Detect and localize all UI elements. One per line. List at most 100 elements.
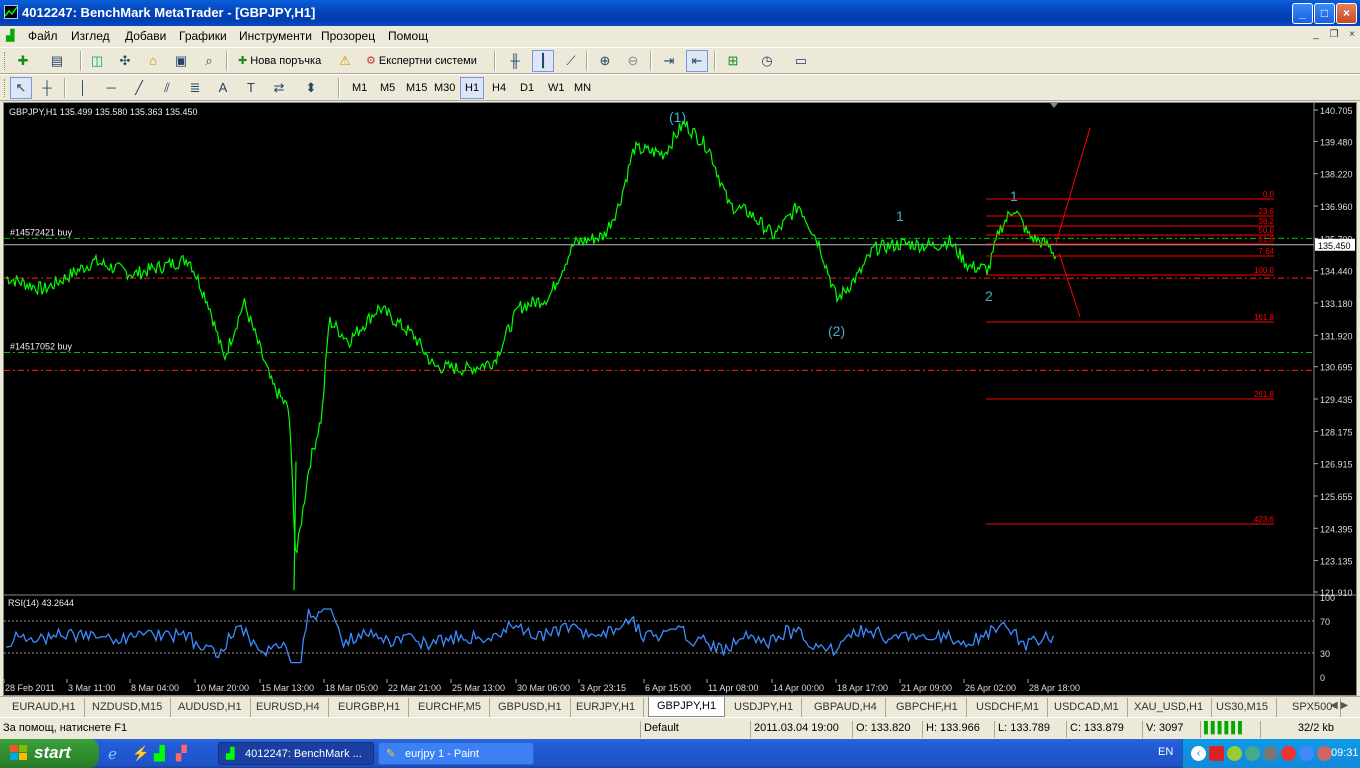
tab-eurusd-h4[interactable]: EURUSD,H4: [248, 698, 329, 717]
trendline-icon[interactable]: ╱: [128, 77, 150, 99]
shapes-icon[interactable]: ⬍: [300, 77, 322, 99]
tf-mn-button[interactable]: MN: [570, 77, 595, 99]
mdi-restore-icon[interactable]: ❐: [1326, 28, 1342, 42]
quicklaunch-chart-icon[interactable]: ▞: [176, 745, 187, 762]
templates-icon[interactable]: ▭: [790, 50, 812, 72]
bar-chart-icon[interactable]: ╫: [504, 50, 526, 72]
menu-help[interactable]: Помощ: [388, 29, 428, 43]
market-watch-icon[interactable]: ◫: [86, 50, 108, 72]
rsi-line: [5, 608, 1055, 664]
tf-h1-button[interactable]: H1: [460, 77, 485, 99]
menu-view[interactable]: Изглед: [71, 29, 110, 43]
time-tick-label: 30 Mar 06:00: [517, 683, 570, 693]
task-paint[interactable]: ✎ eurjpy 1 - Paint: [378, 742, 534, 765]
menu-insert[interactable]: Добави: [125, 29, 166, 43]
tab-gbpusd-h1[interactable]: GBPUSD,H1: [490, 698, 571, 717]
text-icon[interactable]: A: [212, 77, 234, 99]
ie-icon[interactable]: ℯ: [108, 745, 117, 763]
menu-tools[interactable]: Инструменти: [239, 29, 312, 43]
tray-security-icon[interactable]: [1317, 746, 1332, 761]
menu-chart-icon[interactable]: ▟: [6, 29, 14, 42]
tf-m1-button[interactable]: M1: [348, 77, 371, 99]
tab-audusd-h1[interactable]: AUDUSD,H1: [170, 698, 251, 717]
tray-shield-icon[interactable]: [1281, 746, 1296, 761]
new-chart-icon[interactable]: ✚: [12, 50, 34, 72]
chart-shift-icon[interactable]: ⇤: [686, 50, 708, 72]
tab-usdjpy-h1[interactable]: USDJPY,H1: [726, 698, 803, 717]
fib-level-label: 100.0: [1254, 266, 1275, 275]
tf-m30-button[interactable]: M30: [430, 77, 459, 99]
mdi-close-icon[interactable]: ×: [1344, 28, 1360, 42]
metatrader-launch-icon[interactable]: ▟: [154, 745, 165, 762]
arrows-icon[interactable]: ⇄: [268, 77, 290, 99]
tf-m15-button[interactable]: M15: [402, 77, 431, 99]
maximize-button[interactable]: □: [1314, 3, 1335, 24]
data-window-icon[interactable]: ⌕: [198, 50, 220, 72]
chart-window[interactable]: 140.705139.480138.220136.960135.700134.4…: [3, 102, 1357, 696]
tab-gbpaud-h4[interactable]: GBPAUD,H4: [806, 698, 886, 717]
terminal-icon[interactable]: ⌂: [142, 50, 164, 72]
tab-scroll-arrows-icon[interactable]: ◀ ▶: [1330, 700, 1348, 711]
profiles-icon[interactable]: ▤: [46, 50, 68, 72]
tf-m5-button[interactable]: M5: [376, 77, 399, 99]
menu-window[interactable]: Прозорец: [321, 29, 375, 43]
tab-eurjpy-h1[interactable]: EURJPY,H1: [568, 698, 645, 717]
price-chart[interactable]: 140.705139.480138.220136.960135.700134.4…: [4, 103, 1356, 695]
experts-button[interactable]: ⚙ Експертни системи: [362, 50, 481, 72]
line-chart-icon[interactable]: ⟋: [560, 50, 582, 72]
tab-euraud-h1[interactable]: EURAUD,H1: [4, 698, 85, 717]
tester-icon[interactable]: ▣: [170, 50, 192, 72]
close-button[interactable]: ×: [1336, 3, 1357, 24]
language-indicator[interactable]: EN: [1158, 746, 1173, 758]
fibonacci-icon[interactable]: ≣: [184, 77, 206, 99]
tab-eurgbp-h1[interactable]: EURGBP,H1: [330, 698, 410, 717]
tf-d1-button[interactable]: D1: [516, 77, 538, 99]
task-paint-label: eurjpy 1 - Paint: [405, 748, 479, 760]
tab-usdchf-m1[interactable]: USDCHF,M1: [968, 698, 1048, 717]
horizontal-line-icon[interactable]: ─: [100, 77, 122, 99]
time-tick-label: 15 Mar 13:00: [261, 683, 314, 693]
projection-line-down: [1058, 252, 1081, 318]
tab-gbpchf-h1[interactable]: GBPCHF,H1: [888, 698, 967, 717]
channel-icon[interactable]: ⫽: [156, 77, 178, 99]
quicklaunch-icon[interactable]: ⚡: [132, 745, 149, 762]
start-button[interactable]: start: [0, 739, 99, 768]
text-label-icon[interactable]: T: [240, 77, 262, 99]
tray-arrow-icon[interactable]: ‹: [1191, 746, 1206, 761]
candlestick-icon[interactable]: ┃: [532, 50, 554, 72]
navigator-icon[interactable]: ✣: [114, 50, 136, 72]
tray-check-icon[interactable]: [1227, 746, 1242, 761]
time-tick-label: 11 Apr 08:00: [708, 683, 758, 693]
menu-charts[interactable]: Графики: [179, 29, 227, 43]
tab-nzdusd-m15[interactable]: NZDUSD,M15: [84, 698, 172, 717]
vertical-line-icon[interactable]: │: [72, 77, 94, 99]
task-metatrader[interactable]: ▟ 4012247: BenchMark ...: [218, 742, 374, 765]
tab-xau-usd-h1[interactable]: XAU_USD,H1: [1126, 698, 1213, 717]
tab-gbpjpy-h1[interactable]: GBPJPY,H1: [648, 697, 726, 717]
tf-w1-button[interactable]: W1: [544, 77, 569, 99]
ati-icon[interactable]: [1209, 746, 1224, 761]
zoom-out-icon[interactable]: ⊖: [622, 50, 644, 72]
tab-usdcad-m1[interactable]: USDCAD,M1: [1046, 698, 1128, 717]
tab-us30-m15[interactable]: US30,M15: [1208, 698, 1277, 717]
crosshair-icon[interactable]: ┼: [36, 77, 58, 99]
tab-eurchf-m5[interactable]: EURCHF,M5: [410, 698, 490, 717]
fib-level-label: 161.8: [1254, 313, 1275, 322]
new-order-button[interactable]: ✚ Нова поръчка: [234, 50, 325, 72]
menu-file[interactable]: Файл: [28, 29, 58, 43]
cursor-icon[interactable]: ↖: [10, 77, 32, 99]
periods-icon[interactable]: ◷: [756, 50, 778, 72]
tray-speaker-icon[interactable]: [1263, 746, 1278, 761]
tf-h4-button[interactable]: H4: [488, 77, 510, 99]
mdi-minimize-icon[interactable]: _: [1308, 28, 1324, 42]
autoscroll-icon[interactable]: ⇥: [658, 50, 680, 72]
alert-icon[interactable]: ⚠: [334, 50, 356, 72]
fib-level-label: 50.0: [1258, 226, 1274, 235]
rsi-tick-label: 30: [1320, 649, 1330, 659]
tray-network-icon[interactable]: [1245, 746, 1260, 761]
status-traffic: 32/2 kb: [1260, 721, 1360, 738]
zoom-in-icon[interactable]: ⊕: [594, 50, 616, 72]
tray-help-icon[interactable]: [1299, 746, 1314, 761]
indicators-icon[interactable]: ⊞: [722, 50, 744, 72]
minimize-button[interactable]: _: [1292, 3, 1313, 24]
